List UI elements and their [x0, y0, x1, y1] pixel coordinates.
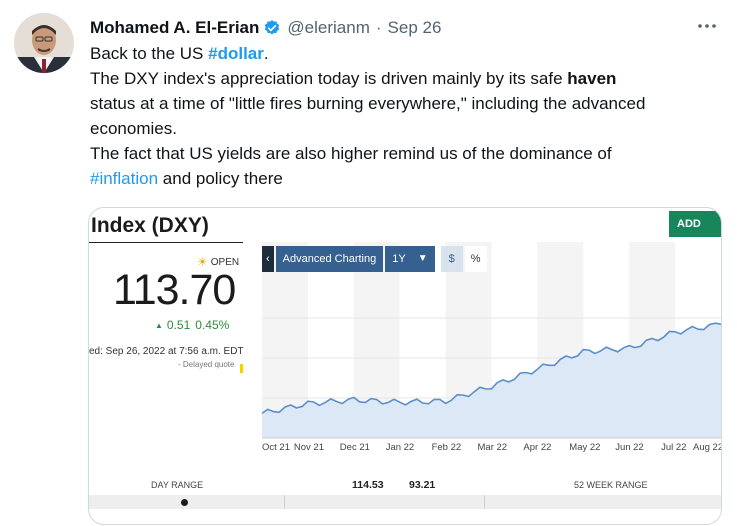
range-high-value: 93.21: [409, 479, 436, 491]
index-title: Index (DXY): [91, 214, 209, 237]
x-tick-label: Jun 22: [615, 442, 644, 453]
text-line: The fact that US yields are also higher …: [90, 144, 612, 163]
x-tick-label: Feb 22: [431, 442, 462, 453]
chart-toolbar: ‹ Advanced Charting 1Y ▼ $ %: [262, 246, 489, 272]
text-segment: and policy there: [158, 169, 283, 188]
hashtag-inflation[interactable]: #inflation: [90, 169, 158, 188]
range-divider: [284, 495, 285, 509]
add-button[interactable]: ADD: [669, 211, 721, 237]
day-range-label: DAY RANGE: [151, 480, 204, 490]
chevron-left-icon[interactable]: ‹: [262, 246, 274, 272]
range-divider: [484, 495, 485, 509]
verified-badge-icon: [265, 20, 280, 35]
advanced-charting-button[interactable]: Advanced Charting: [275, 246, 384, 272]
x-tick-label: Mar 22: [477, 442, 508, 453]
index-price: 113.70: [113, 266, 236, 314]
range-low-value: 114.53: [352, 479, 384, 491]
tweet-date[interactable]: Sep 26: [388, 18, 442, 38]
change-value: 0.51: [166, 318, 191, 332]
x-tick-label: Dec 21: [339, 442, 370, 453]
separator-dot: ·: [375, 18, 382, 37]
x-tick-label: Jan 22: [385, 442, 415, 453]
price-change: ▲ 0.51 0.45%: [155, 318, 229, 332]
week-range-label: 52 WEEK RANGE: [574, 480, 648, 490]
author-handle[interactable]: @elerianm: [287, 18, 369, 38]
tweet-text: Back to the US #dollar. The DXY index's …: [90, 41, 725, 191]
day-range-marker: [181, 499, 188, 506]
x-tick-label: Oct 21: [262, 442, 290, 453]
tweet-header: Mohamed A. El-Erian @elerianm · Sep 26: [90, 16, 441, 40]
percent-toggle[interactable]: %: [464, 246, 487, 272]
text-segment: Back to the US: [90, 44, 209, 63]
x-tick-label: Aug 22: [693, 442, 722, 453]
hashtag-dollar[interactable]: #dollar: [208, 44, 264, 63]
x-tick-label: Jul 22: [661, 442, 687, 453]
currency-toggle[interactable]: $: [440, 246, 463, 272]
x-tick-label: Apr 22: [523, 442, 552, 453]
author-name[interactable]: Mohamed A. El-Erian: [90, 18, 259, 38]
price-chart[interactable]: [262, 242, 721, 458]
text-line: economies.: [90, 119, 177, 138]
media-card[interactable]: Index (DXY) ADD ☀ OPEN 113.70 ▲ 0.51 0.4…: [88, 207, 722, 525]
delayed-quote: - Delayed quote: [178, 360, 235, 369]
marker-highlight: [240, 364, 243, 373]
range-value: 1Y: [392, 253, 406, 265]
x-tick-label: May 22: [569, 442, 601, 453]
text-segment: The DXY index's appreciation today is dr…: [90, 69, 568, 88]
text-line: status at a time of "little fires burnin…: [90, 94, 646, 113]
up-arrow-icon: ▲: [155, 320, 163, 330]
text-segment: .: [263, 44, 269, 63]
change-percent: 0.45%: [195, 318, 230, 332]
more-options-icon[interactable]: [695, 17, 719, 35]
last-updated: ed: Sep 26, 2022 at 7:56 a.m. EDT: [89, 346, 244, 357]
x-tick-label: Nov 21: [293, 442, 324, 453]
text-bold-haven: haven: [567, 69, 617, 88]
chevron-down-icon: ▼: [417, 253, 428, 264]
range-select[interactable]: 1Y ▼: [385, 246, 435, 272]
title-divider: [89, 242, 243, 243]
avatar[interactable]: [14, 13, 74, 73]
